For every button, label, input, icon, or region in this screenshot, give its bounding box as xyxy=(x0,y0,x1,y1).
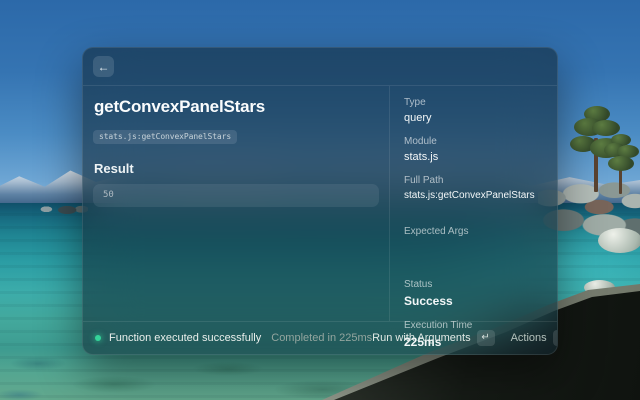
back-button[interactable]: ← xyxy=(93,56,114,77)
run-with-arguments-button[interactable]: Run with Arguments ↵ xyxy=(372,330,494,346)
result-value: 50 xyxy=(103,190,114,200)
detail-field-module: Module stats.js xyxy=(404,136,543,164)
panel-header: ← xyxy=(83,48,557,86)
return-key-icon: ↵ xyxy=(477,330,495,346)
type-label: Type xyxy=(404,97,543,108)
panel-footer: Function executed successfully Completed… xyxy=(83,321,557,354)
success-status-dot xyxy=(95,335,101,341)
status-value: Success xyxy=(404,294,543,308)
run-with-arguments-label: Run with Arguments xyxy=(372,332,470,344)
module-value: stats.js xyxy=(404,151,543,164)
back-arrow-icon: ← xyxy=(98,61,110,73)
function-path-badge: stats.js:getConvexPanelStars xyxy=(93,130,237,144)
actions-label: Actions xyxy=(511,332,547,344)
white-boulder-large xyxy=(598,228,640,253)
function-detail-panel: ← getConvexPanelStars stats.js:getConvex… xyxy=(82,47,558,355)
execution-status-message: Function executed successfully xyxy=(109,332,261,344)
detail-section-expected-args: Expected Args xyxy=(390,215,557,268)
result-heading: Result xyxy=(94,161,379,176)
type-value: query xyxy=(404,112,543,125)
function-title: getConvexPanelStars xyxy=(94,97,379,117)
detail-field-full-path: Full Path stats.js:getConvexPanelStars xyxy=(404,175,543,202)
expected-args-label: Expected Args xyxy=(404,226,543,237)
full-path-value: stats.js:getConvexPanelStars xyxy=(404,190,543,202)
desktop: ← getConvexPanelStars stats.js:getConvex… xyxy=(0,0,640,400)
panel-body: getConvexPanelStars stats.js:getConvexPa… xyxy=(83,86,557,321)
function-details-sidebar: Type query Module stats.js Full Path sta… xyxy=(390,86,557,321)
detail-field-status: Status Success xyxy=(404,279,543,308)
detail-section-meta: Type query Module stats.js Full Path sta… xyxy=(390,86,557,215)
detail-field-type: Type query xyxy=(404,97,543,125)
wallpaper-lakebed-mottling xyxy=(0,348,380,400)
actions-menu-button[interactable]: Actions ⌘ K xyxy=(511,330,558,346)
wallpaper-small-rocks xyxy=(36,201,88,216)
module-label: Module xyxy=(404,136,543,147)
function-main-column: getConvexPanelStars stats.js:getConvexPa… xyxy=(83,86,389,321)
completed-time-message: Completed in 225ms xyxy=(271,332,372,344)
pine-tree-small xyxy=(602,134,640,194)
status-label: Status xyxy=(404,279,543,290)
result-value-block: 50 xyxy=(93,184,379,207)
full-path-label: Full Path xyxy=(404,175,543,186)
command-key-icon: ⌘ xyxy=(553,330,558,346)
